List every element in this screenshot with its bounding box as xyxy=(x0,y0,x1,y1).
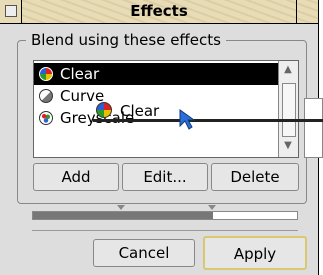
list-scrollbar[interactable]: ▲ ▼ xyxy=(278,61,298,157)
edit-button[interactable]: Edit... xyxy=(122,163,208,191)
grey-half-circle-icon xyxy=(39,89,53,103)
slider-tick xyxy=(117,205,125,210)
scroll-down-icon[interactable]: ▼ xyxy=(281,139,295,153)
effects-list[interactable]: Clear Curve Greyscale ▲ ▼ xyxy=(33,60,299,158)
group-label: Blend using these effects xyxy=(26,31,226,49)
title-bar-right-edge xyxy=(296,0,318,23)
drag-ghost-label: Clear xyxy=(120,102,160,120)
rainbow-circle-icon xyxy=(96,102,112,118)
close-icon xyxy=(5,5,17,17)
window-title: Effects xyxy=(130,2,188,20)
list-item-clear[interactable]: Clear xyxy=(34,63,278,85)
background-window-edge xyxy=(304,98,323,158)
cancel-button[interactable]: Cancel xyxy=(93,239,195,267)
add-button[interactable]: Add xyxy=(33,163,119,191)
scroll-up-icon[interactable]: ▲ xyxy=(281,63,295,77)
separator xyxy=(32,230,298,231)
blend-slider[interactable] xyxy=(32,205,298,220)
scroll-thumb[interactable] xyxy=(282,83,296,137)
slider-tick xyxy=(208,205,216,210)
mouse-pointer-icon xyxy=(179,109,196,130)
list-item-label: Clear xyxy=(60,65,100,83)
close-button[interactable] xyxy=(0,0,22,23)
rgb-dots-circle-icon xyxy=(39,111,53,125)
rainbow-circle-icon xyxy=(39,67,53,81)
slider-fill xyxy=(33,212,213,219)
delete-button[interactable]: Delete xyxy=(211,163,299,191)
apply-button[interactable]: Apply xyxy=(203,236,307,270)
